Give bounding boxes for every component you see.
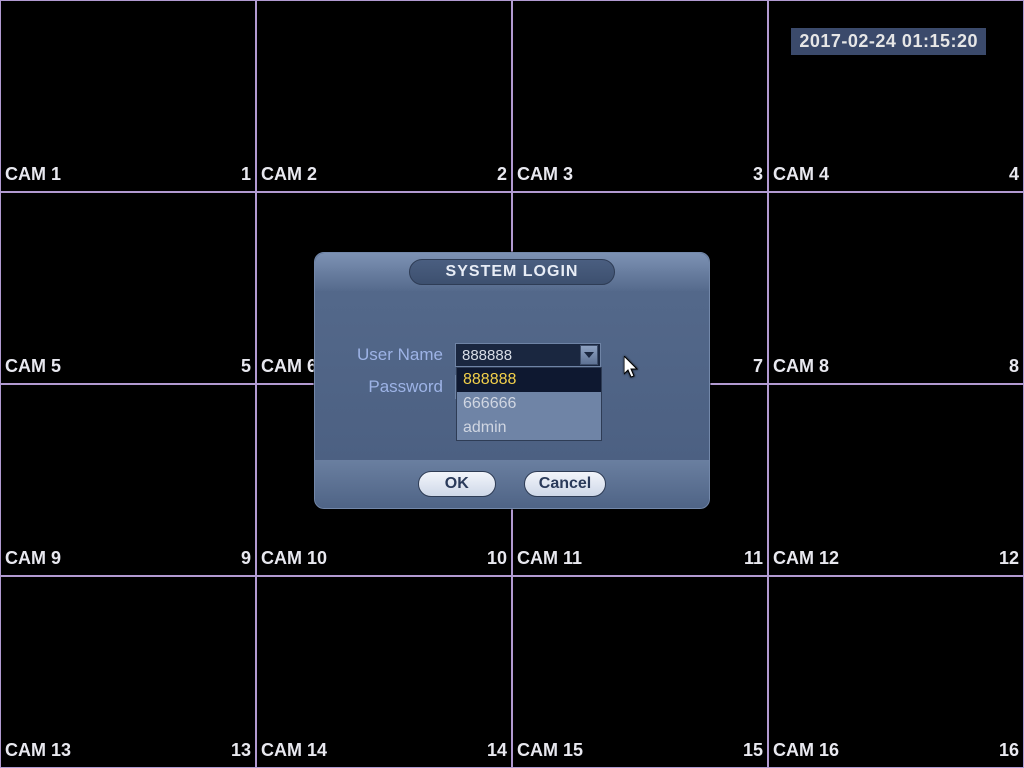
camera-label: CAM 10 (261, 548, 327, 569)
camera-label: CAM 5 (5, 356, 61, 377)
camera-number: 8 (1009, 356, 1019, 377)
camera-number: 11 (744, 548, 763, 569)
camera-label: CAM 16 (773, 740, 839, 761)
camera-label: CAM 13 (5, 740, 71, 761)
camera-number: 2 (497, 164, 507, 185)
camera-number: 7 (753, 356, 763, 377)
camera-number: 9 (241, 548, 251, 569)
camera-cell[interactable]: CAM 14 14 (256, 576, 512, 768)
username-option[interactable]: 666666 (457, 392, 601, 416)
timestamp: 2017-02-24 01:15:20 (791, 28, 986, 55)
camera-cell[interactable]: CAM 8 8 (768, 192, 1024, 384)
camera-label: CAM 9 (5, 548, 61, 569)
camera-number: 10 (487, 548, 507, 569)
camera-number: 5 (241, 356, 251, 377)
camera-label: CAM 3 (517, 164, 573, 185)
camera-cell[interactable]: CAM 5 5 (0, 192, 256, 384)
password-label: Password (345, 377, 455, 397)
username-select[interactable]: 888888 888888 666666 admin (455, 343, 601, 367)
camera-label: CAM 12 (773, 548, 839, 569)
camera-label: CAM 14 (261, 740, 327, 761)
dialog-title: SYSTEM LOGIN (409, 259, 616, 285)
camera-label: CAM 11 (517, 548, 582, 569)
camera-label: CAM 4 (773, 164, 829, 185)
cancel-button[interactable]: Cancel (524, 471, 606, 497)
camera-cell[interactable]: CAM 9 9 (0, 384, 256, 576)
username-row: User Name 888888 888888 666666 admin (345, 343, 679, 367)
username-dropdown: 888888 666666 admin (456, 367, 602, 441)
camera-number: 15 (743, 740, 763, 761)
camera-label: CAM 15 (517, 740, 583, 761)
camera-number: 4 (1009, 164, 1019, 185)
camera-cell[interactable]: CAM 16 16 (768, 576, 1024, 768)
camera-number: 14 (487, 740, 507, 761)
username-option[interactable]: 888888 (457, 368, 601, 392)
dialog-titlebar: SYSTEM LOGIN (315, 253, 709, 291)
camera-label: CAM 6 (261, 356, 317, 377)
camera-number: 12 (999, 548, 1019, 569)
camera-cell[interactable]: CAM 12 12 (768, 384, 1024, 576)
camera-label: CAM 1 (5, 164, 61, 185)
username-label: User Name (345, 345, 455, 365)
login-dialog: SYSTEM LOGIN User Name 888888 888888 666… (314, 252, 710, 509)
chevron-down-icon[interactable] (580, 345, 598, 365)
camera-number: 3 (753, 164, 763, 185)
camera-label: CAM 2 (261, 164, 317, 185)
camera-number: 1 (241, 164, 251, 185)
ok-button[interactable]: OK (418, 471, 496, 497)
username-option[interactable]: admin (457, 416, 601, 440)
camera-cell[interactable]: CAM 13 13 (0, 576, 256, 768)
dialog-body: User Name 888888 888888 666666 admin Pas… (315, 291, 709, 425)
camera-cell[interactable]: CAM 3 3 (512, 0, 768, 192)
dialog-footer: OK Cancel (315, 460, 709, 508)
camera-cell[interactable]: CAM 2 2 (256, 0, 512, 192)
camera-number: 16 (999, 740, 1019, 761)
camera-cell[interactable]: CAM 1 1 (0, 0, 256, 192)
camera-label: CAM 8 (773, 356, 829, 377)
username-value: 888888 (462, 347, 512, 364)
camera-number: 13 (231, 740, 251, 761)
camera-cell[interactable]: CAM 15 15 (512, 576, 768, 768)
